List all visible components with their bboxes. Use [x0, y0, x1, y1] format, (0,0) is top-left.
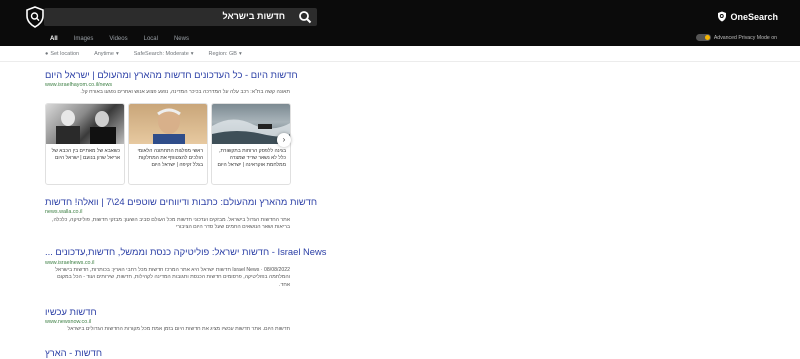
result-url[interactable]: www.israelnews.co.il [45, 260, 94, 266]
news-carousel: כשאבא של מאתיים בין הכבא של אריאל שרון ב… [45, 103, 291, 185]
divider [0, 61, 800, 62]
time-filter[interactable]: Anytime ▾ [94, 51, 119, 57]
search-tabs: All Images Videos Local News [49, 36, 189, 48]
safesearch-filter-label: SafeSearch: Moderate [133, 51, 189, 57]
chevron-down-icon: ▾ [115, 51, 119, 57]
news-card-caption: כשאבא של מאתיים בין הכבא של אריאל שרון ב… [51, 148, 120, 161]
privacy-toggle[interactable] [695, 34, 711, 41]
location-filter[interactable]: ● Set location [45, 51, 79, 57]
news-card[interactable]: ראשי מפלגות התחתונה הלאומי הולכים להצטופ… [128, 103, 208, 185]
filter-bar: ● Set location Anytime ▾ SafeSearch: Mod… [45, 51, 242, 57]
news-card-image [46, 104, 124, 144]
top-bar: חדשות בישראל All Images Videos Local New… [0, 0, 800, 48]
news-card-caption: ראשי מפלגות התחתונה הלאומי הולכים להצטופ… [137, 148, 203, 168]
onesearch-shield-logo-icon[interactable] [25, 6, 45, 28]
news-card-image [129, 104, 207, 144]
privacy-mode: Advanced Privacy Mode on [695, 34, 777, 41]
brand-name: OneSearch [730, 11, 778, 22]
news-card-caption: בגינה ללפסק הרוחות בתקשורת, כלל לא נשאר … [217, 148, 286, 168]
result-title[interactable]: חדשות - הארץ [45, 347, 102, 358]
brand-logo[interactable]: OneSearch [717, 11, 778, 22]
tab-local[interactable]: Local [144, 36, 158, 46]
result-url[interactable]: news.walla.co.il [45, 209, 82, 215]
tab-all[interactable]: All [49, 36, 59, 48]
result-title[interactable]: Israel News - חדשות ישראל: פוליטיקה כנסת… [45, 246, 326, 257]
tab-news[interactable]: News [174, 36, 189, 46]
photo-man-icon [153, 108, 185, 144]
result-title[interactable]: חדשות עכשיו [45, 306, 97, 317]
result-title[interactable]: חדשות מהארץ ומהעולם: כתבות ודיווחים שוטפ… [45, 196, 317, 207]
chevron-down-icon: ▾ [190, 51, 194, 57]
location-filter-label: Set location [50, 51, 80, 57]
location-pin-icon: ● [45, 51, 49, 57]
news-card[interactable]: כשאבא של מאתיים בין הכבא של אריאל שרון ב… [45, 103, 125, 185]
region-filter-label: Region: GB [208, 51, 237, 57]
result-snippet: חדשות היום. אתר חדשות עכשיו מציג את חדשו… [67, 326, 290, 332]
result-snippet: אתר החדשות הגדול בישראל. מבזקים ועדכוני … [52, 217, 290, 231]
search-box[interactable]: חדשות בישראל [44, 8, 317, 26]
result-url[interactable]: www.israelhayom.co.il/news [45, 82, 112, 88]
tab-videos[interactable]: Videos [109, 36, 127, 46]
search-icon[interactable] [298, 10, 312, 24]
photo-men-icon [56, 110, 116, 144]
search-input[interactable]: חדשות בישראל [223, 11, 285, 21]
onesearch-brand-icon [718, 11, 727, 22]
chevron-down-icon: ▾ [238, 51, 242, 57]
time-filter-label: Anytime [94, 51, 114, 57]
result-title[interactable]: חדשות היום - כל העדכונים חדשות מהארץ ומה… [45, 69, 298, 80]
result-snippet: 08/08/2022 · Israel News חדשות ישראל היא… [55, 267, 290, 288]
carousel-next-arrow-icon[interactable]: › [277, 133, 291, 147]
region-filter[interactable]: Region: GB ▾ [209, 51, 242, 57]
safesearch-filter[interactable]: SafeSearch: Moderate ▾ [134, 51, 194, 57]
privacy-label: Advanced Privacy Mode on [713, 34, 777, 41]
result-url[interactable]: www.newsnow.co.il [45, 319, 91, 325]
result-snippet: תאונה קשה בת"א: רכב עלה על המדרכה בכיכר … [80, 89, 290, 95]
tab-images[interactable]: Images [74, 36, 94, 46]
